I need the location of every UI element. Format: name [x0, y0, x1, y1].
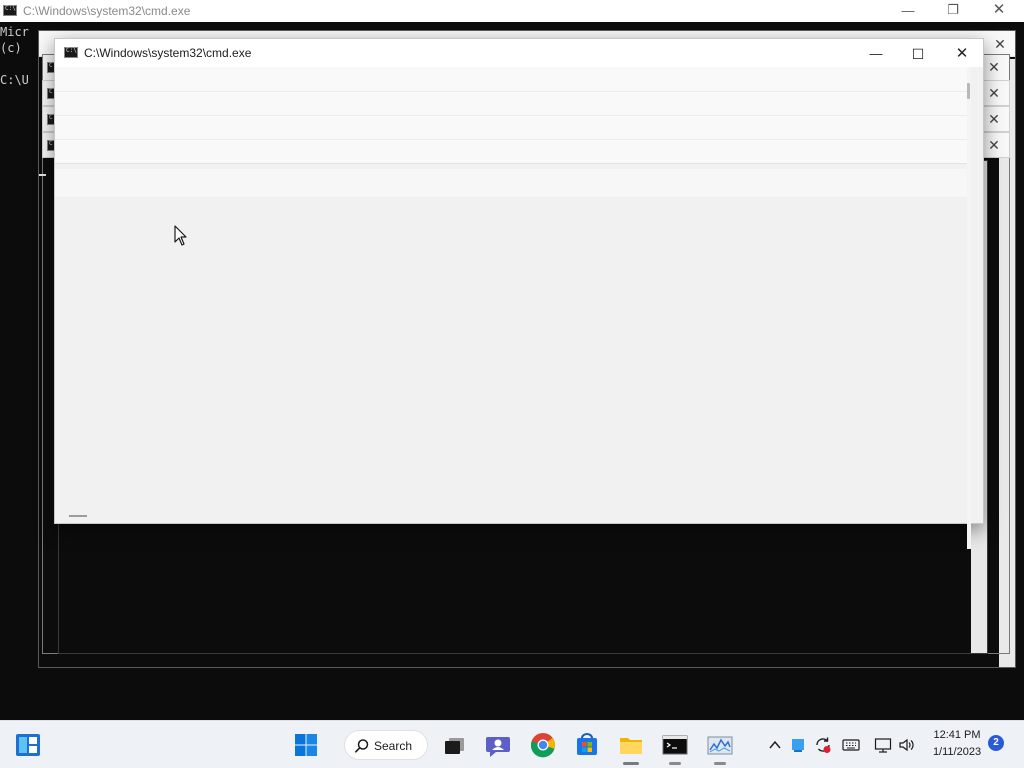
scrollbar[interactable] — [967, 69, 971, 549]
chrome-icon — [530, 733, 555, 758]
ghost-overlay — [55, 169, 969, 197]
close-icon[interactable]: ✕ — [988, 1, 1010, 19]
clock-date[interactable]: 1/11/2023 — [926, 746, 988, 758]
background-console-title: C:\Windows\system32\cmd.exe — [23, 4, 191, 18]
start-button[interactable] — [290, 729, 322, 761]
cmd-icon — [3, 5, 17, 16]
task-view-icon — [445, 738, 464, 754]
notification-badge[interactable]: 2 — [988, 735, 1004, 751]
running-indicator — [623, 762, 639, 765]
cmd-icon — [64, 47, 78, 58]
file-explorer-button[interactable] — [615, 729, 647, 765]
command-prompt-button[interactable] — [659, 729, 691, 765]
divider — [55, 91, 969, 92]
tray-app-icon[interactable] — [790, 737, 806, 753]
front-console-window[interactable]: C:\Windows\system32\cmd.exe — ☐ ✕ — [54, 38, 984, 549]
search-button[interactable]: Search — [344, 730, 428, 760]
background-console-titlebar[interactable]: C:\Windows\system32\cmd.exe — ❐ ✕ — [0, 0, 1024, 22]
close-icon[interactable]: ✕ — [985, 58, 1003, 76]
front-console-titlebar[interactable]: C:\Windows\system32\cmd.exe — ☐ ✕ — [55, 39, 983, 67]
chevron-up-icon[interactable] — [768, 738, 782, 752]
task-view-button[interactable] — [438, 729, 470, 761]
horizontal-scrollbar-thumb[interactable] — [69, 515, 87, 517]
divider — [55, 163, 969, 164]
front-console-title: C:\Windows\system32\cmd.exe — [84, 46, 252, 60]
running-indicator — [714, 762, 726, 765]
console-line-2: (c) — [0, 41, 22, 55]
performance-monitor-button[interactable] — [704, 729, 736, 765]
scrollbar-thumb[interactable] — [967, 83, 970, 99]
windows-logo-icon — [295, 734, 317, 756]
chat-icon — [486, 737, 510, 757]
close-icon[interactable]: ✕ — [945, 44, 979, 64]
network-icon[interactable] — [874, 737, 892, 753]
minimize-icon[interactable]: — — [897, 2, 919, 20]
store-icon — [577, 733, 597, 755]
update-icon[interactable] — [814, 736, 832, 754]
performance-monitor-icon — [707, 736, 733, 755]
microsoft-store-button[interactable] — [571, 729, 603, 761]
volume-icon[interactable] — [898, 737, 916, 753]
search-label: Search — [374, 739, 413, 753]
running-indicator — [669, 762, 681, 765]
close-icon[interactable]: ✕ — [985, 136, 1003, 154]
console-line-4: C:\U — [0, 73, 29, 87]
keyboard-icon[interactable] — [842, 738, 860, 752]
close-icon[interactable]: ✕ — [991, 35, 1009, 53]
search-icon — [354, 739, 369, 753]
terminal-icon — [662, 735, 688, 755]
minimize-icon[interactable]: — — [859, 44, 893, 64]
console-line-1: Micr — [0, 25, 29, 39]
chrome-button[interactable] — [527, 729, 559, 761]
mouse-pointer-icon — [174, 225, 187, 246]
widgets-button[interactable] — [12, 729, 44, 761]
taskbar: Search 12:41 PM 1/11/2023 — [0, 720, 1024, 768]
close-icon[interactable]: ✕ — [985, 110, 1003, 128]
folder-icon — [620, 738, 642, 754]
close-icon[interactable]: ✕ — [985, 84, 1003, 102]
divider — [55, 115, 969, 116]
restore-icon[interactable]: ❐ — [942, 1, 964, 19]
chat-button[interactable] — [482, 729, 514, 761]
text-cursor — [39, 174, 46, 176]
clock-time[interactable]: 12:41 PM — [926, 729, 988, 741]
maximize-icon[interactable]: ☐ — [901, 44, 935, 64]
widgets-icon — [16, 734, 40, 756]
divider — [55, 139, 969, 140]
